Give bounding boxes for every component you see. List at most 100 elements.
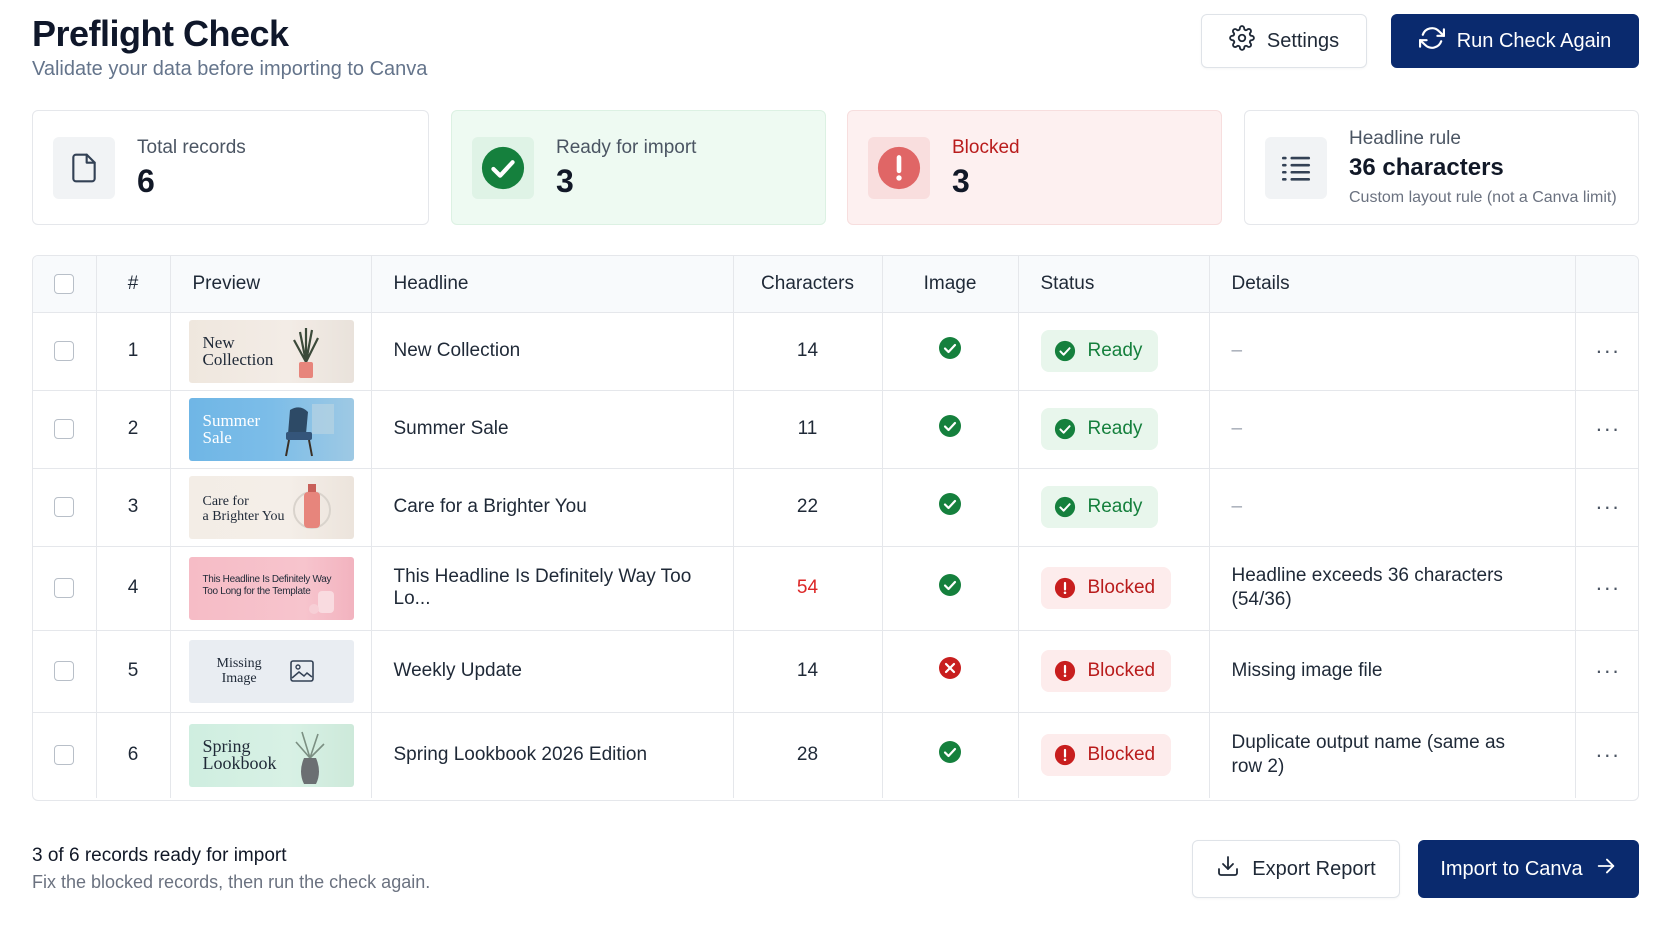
download-icon — [1216, 854, 1240, 884]
column-header-status: Status — [1018, 256, 1210, 313]
import-to-canva-label: Import to Canva — [1440, 857, 1583, 880]
row-menu-button[interactable]: ··· — [1575, 546, 1638, 631]
blocked-value: 3 — [952, 162, 970, 199]
table-row[interactable]: 6 Spring Lookbook Spring Lookbook 2026 E… — [33, 712, 1638, 798]
headline-rule-label: Headline rule — [1349, 127, 1461, 149]
column-header-details: Details — [1209, 256, 1576, 313]
status-label: Blocked — [1087, 660, 1156, 681]
details-cell: – — [1209, 390, 1576, 469]
preview-thumbnail[interactable]: Care for a Brighter You — [188, 475, 354, 539]
table-row[interactable]: 2 Summer Sale Summer Sale 11 Ready – ··· — [33, 390, 1638, 469]
headline-rule-card: Headline rule 36 characters Custom layou… — [1244, 110, 1639, 225]
preview-thumbnail[interactable]: Summer Sale — [188, 397, 354, 461]
status-badge: Ready — [1040, 408, 1159, 450]
status-badge: Blocked — [1040, 650, 1172, 692]
chair-illustration — [284, 403, 334, 456]
preview-thumbnail-text: New Collection — [202, 332, 274, 369]
details-cell: Headline exceeds 36 characters (54/36) — [1209, 546, 1576, 631]
column-header-headline: Headline — [371, 256, 734, 313]
headline-cell: Spring Lookbook 2026 Edition — [371, 712, 734, 798]
table-row[interactable]: 5 Missing Image Weekly Update 14 Blocked… — [33, 630, 1638, 713]
column-header-preview: Preview — [170, 256, 372, 313]
table-row[interactable]: 3 Care for a Brighter You Care for a Bri… — [33, 468, 1638, 547]
status-label: Ready — [1087, 496, 1143, 517]
characters-cell: 14 — [733, 312, 883, 391]
row-menu-button[interactable]: ··· — [1575, 390, 1638, 469]
gear-icon — [1229, 25, 1255, 57]
headline-cell: Weekly Update — [371, 630, 734, 713]
characters-cell: 28 — [733, 712, 883, 798]
check-circle-icon — [1054, 340, 1075, 362]
select-all-checkbox[interactable] — [54, 273, 75, 294]
ready-for-import-value: 3 — [556, 162, 574, 199]
page-header: Preflight Check Validate your data befor… — [32, 12, 427, 82]
preview-thumbnail[interactable]: Spring Lookbook — [188, 723, 354, 787]
preview-thumbnail[interactable]: New Collection — [188, 319, 354, 383]
status-label: Blocked — [1087, 577, 1156, 598]
table-row[interactable]: 4 This Headline Is Definitely Way Too Lo… — [33, 546, 1638, 631]
preview-thumbnail-text: Care for a Brighter You — [202, 493, 285, 524]
headline-cell: Summer Sale — [371, 390, 734, 469]
headline-cell: This Headline Is Definitely Way Too Lo..… — [371, 546, 734, 631]
details-cell: – — [1209, 468, 1576, 547]
settings-button-label: Settings — [1266, 29, 1340, 52]
footer-summary: 3 of 6 records ready for import — [32, 845, 287, 866]
plant-illustration — [292, 327, 319, 378]
details-cell: Duplicate output name (same as row 2) — [1209, 712, 1576, 798]
row-number: 3 — [96, 468, 171, 547]
row-checkbox[interactable] — [54, 418, 75, 439]
footer-summary-block: 3 of 6 records ready for import Fix the … — [32, 843, 430, 895]
status-badge: Ready — [1040, 330, 1159, 372]
alert-circle-icon — [1054, 660, 1075, 682]
row-menu-button[interactable]: ··· — [1575, 468, 1638, 547]
vase-illustration — [294, 731, 325, 784]
bottle-illustration — [292, 483, 331, 529]
row-checkbox[interactable] — [54, 496, 75, 517]
row-number: 4 — [96, 546, 171, 631]
characters-cell: 14 — [733, 630, 883, 713]
footer-hint: Fix the blocked records, then run the ch… — [32, 872, 431, 892]
row-checkbox[interactable] — [54, 340, 75, 361]
row-number: 6 — [96, 712, 171, 798]
image-ok-icon — [938, 415, 962, 443]
preview-thumbnail-text: Missing Image — [216, 655, 262, 686]
status-badge: Blocked — [1040, 734, 1172, 777]
row-checkbox[interactable] — [54, 660, 75, 681]
settings-button[interactable]: Settings — [1201, 14, 1367, 68]
details-cell: Missing image file — [1209, 630, 1576, 713]
row-number: 5 — [96, 630, 171, 713]
ready-for-import-card: Ready for import 3 — [451, 110, 826, 225]
row-menu-button[interactable]: ··· — [1575, 712, 1638, 798]
total-records-value: 6 — [137, 162, 155, 199]
list-icon — [1265, 136, 1327, 199]
preview-thumbnail[interactable]: This Headline Is Definitely Way Too Long… — [188, 556, 354, 620]
column-header-actions — [1575, 256, 1638, 313]
table-row[interactable]: 1 New Collection New Collection 14 Ready… — [33, 312, 1638, 391]
page-title: Preflight Check — [32, 13, 289, 54]
characters-cell: 22 — [733, 468, 883, 547]
page-subtitle: Validate your data before importing to C… — [32, 58, 428, 80]
headline-cell: New Collection — [371, 312, 734, 391]
status-label: Blocked — [1087, 744, 1156, 766]
row-checkbox[interactable] — [54, 745, 75, 766]
image-placeholder-icon — [289, 659, 314, 682]
total-records-card: Total records 6 — [32, 110, 429, 225]
run-check-again-button[interactable]: Run Check Again — [1391, 14, 1639, 68]
row-menu-button[interactable]: ··· — [1575, 312, 1638, 391]
check-circle-icon — [1054, 418, 1075, 440]
export-report-button[interactable]: Export Report — [1192, 840, 1400, 898]
table-header-row: # Preview Headline Characters Image Stat… — [33, 256, 1638, 313]
blocked-label: Blocked — [952, 136, 1020, 158]
check-circle-icon — [1054, 496, 1075, 518]
status-badge: Blocked — [1040, 567, 1172, 609]
records-table: # Preview Headline Characters Image Stat… — [32, 255, 1639, 801]
row-checkbox[interactable] — [54, 577, 75, 598]
row-menu-button[interactable]: ··· — [1575, 630, 1638, 713]
row-number: 1 — [96, 312, 171, 391]
preview-thumbnail-text: Summer Sale — [202, 410, 261, 447]
image-ok-icon — [938, 574, 962, 602]
preview-thumbnail[interactable]: Missing Image — [188, 639, 354, 703]
import-to-canva-button[interactable]: Import to Canva — [1418, 840, 1639, 898]
column-header-number: # — [96, 256, 171, 313]
characters-cell: 11 — [733, 390, 883, 469]
